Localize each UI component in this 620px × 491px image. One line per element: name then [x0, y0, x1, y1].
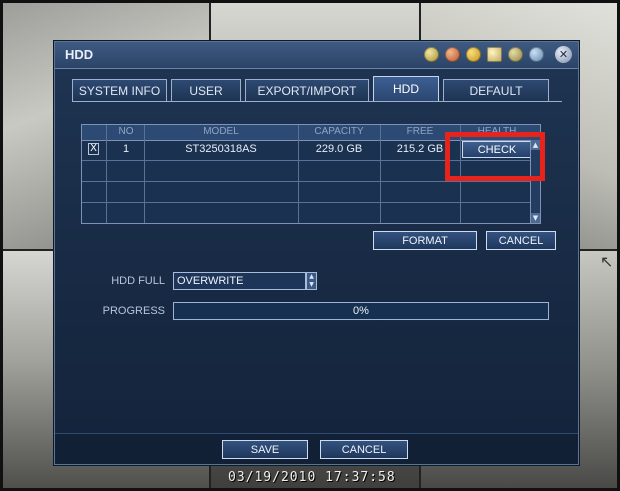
timestamp-overlay: 03/19/2010 17:37:58 [228, 470, 396, 485]
mouse-cursor-icon: ↖ [600, 252, 614, 271]
save-button[interactable]: SAVE [222, 440, 308, 459]
cell-model: ST3250318AS [185, 143, 257, 155]
table-cancel-button[interactable]: CANCEL [486, 231, 556, 250]
table-row-empty [82, 182, 540, 203]
hdd-dialog: HDD ✕ SYSTEM INFO USER EXPORT/IMPORT HDD… [54, 41, 579, 465]
column-header-capacity: CAPACITY [314, 126, 364, 137]
toolbar-icons [424, 47, 544, 62]
tab-hdd[interactable]: HDD [373, 76, 439, 101]
network-icon[interactable] [487, 47, 502, 62]
scroll-down-icon[interactable]: ▼ [531, 213, 540, 223]
tab-user[interactable]: USER [171, 79, 241, 101]
format-button[interactable]: FORMAT [373, 231, 477, 250]
table-row-empty [82, 203, 540, 223]
cell-capacity: 229.0 GB [315, 143, 363, 155]
camera-icon[interactable] [424, 47, 439, 62]
row-select-checkbox[interactable]: X [88, 143, 99, 155]
hdd-full-value: OVERWRITE [177, 275, 244, 287]
hdd-full-label: HDD FULL [111, 275, 165, 287]
close-icon[interactable]: ✕ [555, 46, 572, 63]
progress-label: PROGRESS [102, 305, 165, 317]
tab-export-import[interactable]: EXPORT/IMPORT [245, 79, 369, 101]
dialog-title: HDD [65, 47, 94, 62]
config-icon[interactable] [508, 47, 523, 62]
progress-bar: 0% [173, 302, 549, 320]
cancel-button[interactable]: CANCEL [320, 440, 408, 459]
search-icon[interactable] [466, 47, 481, 62]
tab-underline [72, 101, 562, 102]
progress-text: 0% [353, 305, 369, 317]
tab-default[interactable]: DEFAULT [443, 79, 549, 101]
dialog-footer [55, 433, 578, 464]
record-icon[interactable] [445, 47, 460, 62]
column-header-model: MODEL [203, 126, 239, 137]
column-header-no: NO [118, 126, 134, 137]
cell-no: 1 [122, 143, 130, 155]
tab-bar: SYSTEM INFO USER EXPORT/IMPORT HDD DEFAU… [72, 76, 549, 101]
dialog-titlebar: HDD ✕ [55, 42, 578, 69]
select-spinner-icon[interactable]: ▲ ▼ [306, 272, 317, 290]
hdd-full-select[interactable]: OVERWRITE ▲ ▼ [173, 272, 317, 290]
highlight-box [445, 132, 545, 181]
tab-system-info[interactable]: SYSTEM INFO [72, 79, 167, 101]
info-icon[interactable] [529, 47, 544, 62]
